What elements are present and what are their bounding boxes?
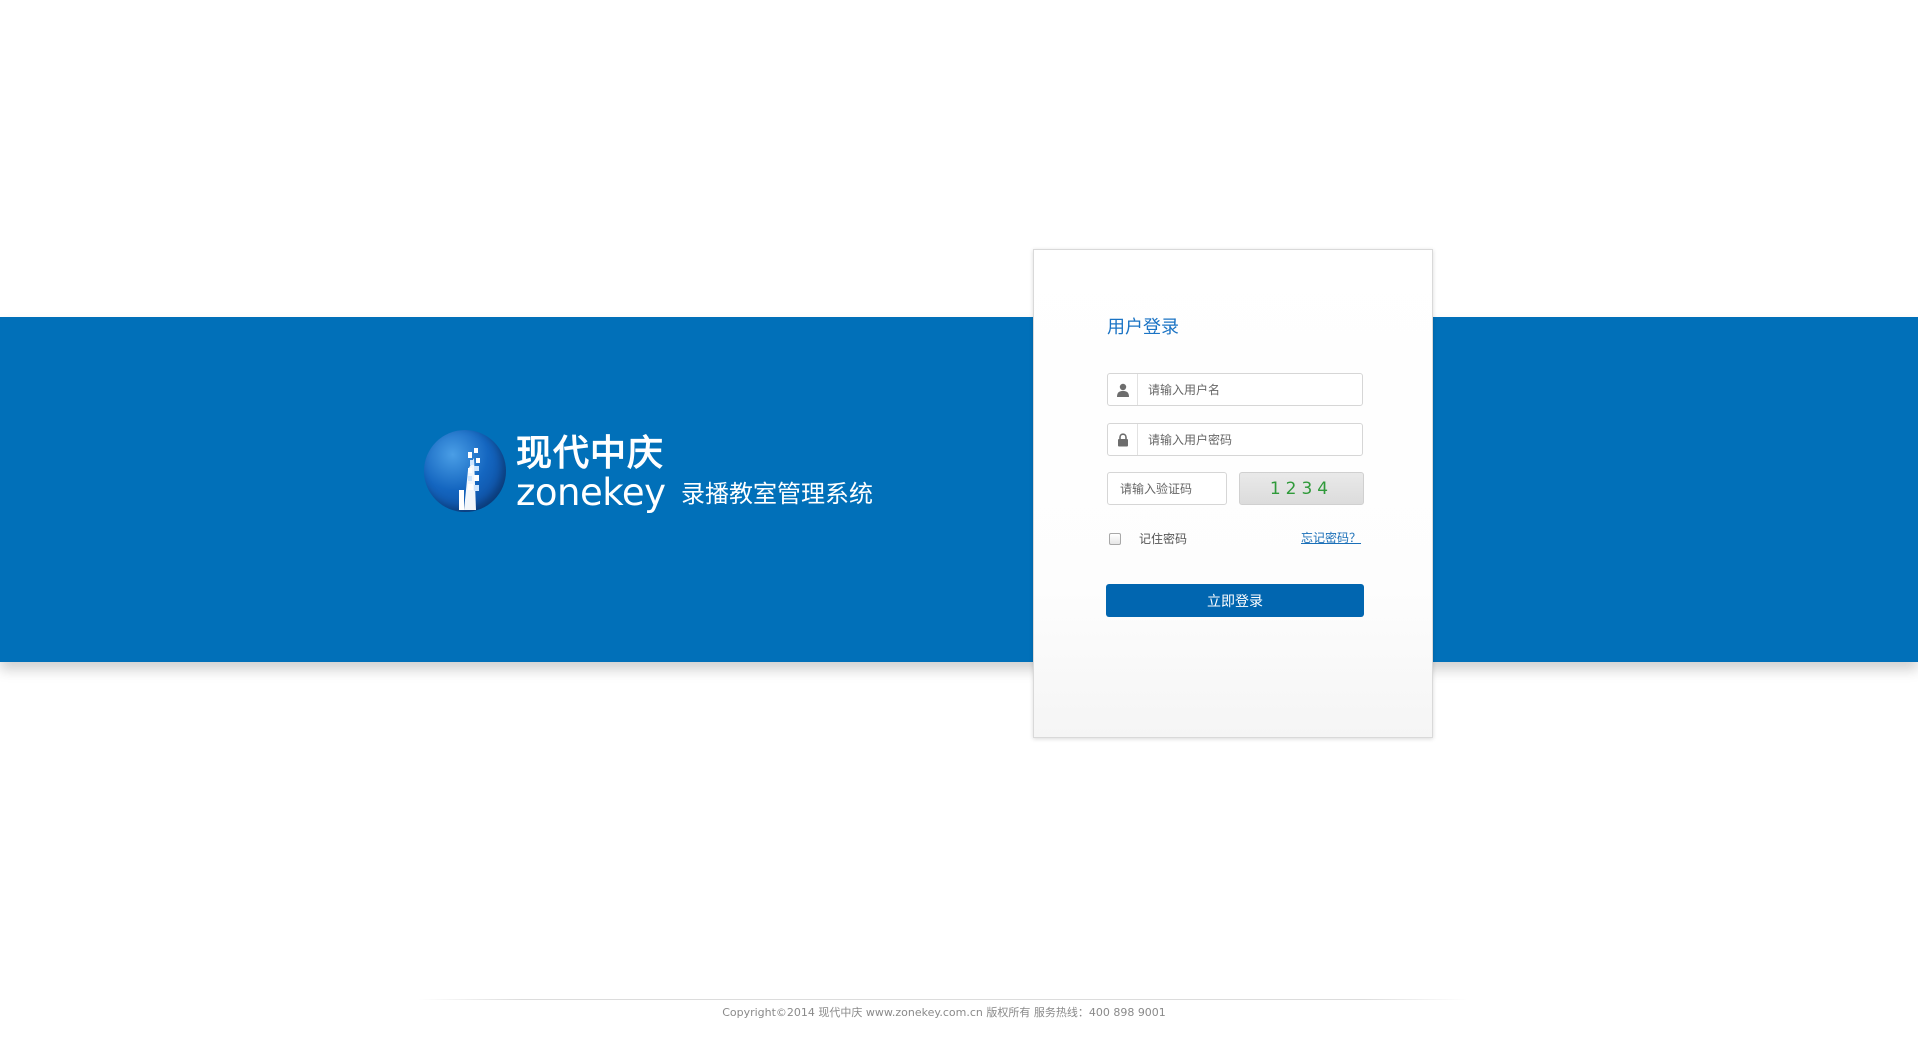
brand-name-en: zonekey (516, 471, 666, 514)
password-input[interactable] (1138, 425, 1358, 454)
brand-logo: 现代中庆 zonekey 录播教室管理系统 (424, 430, 884, 520)
captcha-image[interactable]: 1234 (1239, 472, 1364, 505)
user-icon (1108, 374, 1138, 405)
remember-checkbox[interactable] (1109, 532, 1121, 545)
footer-copyright: Copyright©2014 现代中庆 www.zonekey.com.cn 版… (722, 1006, 1166, 1019)
captcha-field[interactable] (1107, 472, 1227, 505)
login-page: 现代中庆 zonekey 录播教室管理系统 用户登录 请输入用户名 请输入验证码… (0, 0, 1918, 1046)
remember-label: 记住密码 (1139, 532, 1188, 546)
username-input[interactable] (1138, 375, 1358, 404)
brand-name-cn: 现代中庆 (516, 433, 665, 474)
captcha-input[interactable] (1108, 473, 1226, 504)
username-field[interactable] (1107, 373, 1363, 406)
login-title: 用户登录 (1107, 317, 1179, 338)
footer-divider (418, 999, 1468, 1000)
remember-password[interactable]: 记住密码 (1107, 530, 1187, 547)
logo-globe-icon (424, 430, 506, 512)
system-name: 录播教室管理系统 (681, 480, 873, 508)
password-field[interactable] (1107, 423, 1363, 456)
login-panel: 用户登录 1234 记住密码 (1033, 249, 1433, 738)
lock-icon (1108, 424, 1138, 455)
banner (0, 317, 1918, 662)
forgot-password-link[interactable]: 忘记密码？ (1301, 529, 1361, 546)
login-button[interactable]: 立即登录 (1106, 584, 1364, 617)
